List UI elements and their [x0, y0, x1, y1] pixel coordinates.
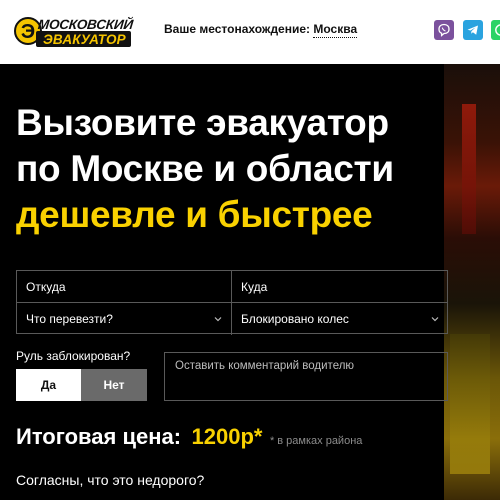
route-grid: Откуда Куда Что перевезти? Блокировано к… [16, 270, 448, 335]
logo[interactable]: Э МОСКОВСКИЙ ЭВАКУАТОР [14, 13, 134, 49]
steering-lock-toggle: Да Нет [16, 369, 147, 401]
viber-icon[interactable] [434, 20, 454, 40]
hero-title-line-1: Вызовите эвакуатор [16, 102, 389, 143]
agree-question: Согласны, что это недорого? [16, 472, 205, 488]
chevron-down-icon [431, 317, 439, 322]
logo-text-top: МОСКОВСКИЙ [37, 17, 134, 32]
hero-image [444, 64, 500, 500]
price-label: Итоговая цена: [16, 424, 182, 449]
hero-title: Вызовите эвакуатор по Москве и области д… [16, 100, 446, 238]
from-input[interactable]: Откуда [17, 271, 232, 303]
steering-lock-label: Руль заблокирован? [16, 349, 131, 363]
driver-comment-field[interactable]: Оставить комментарий водителю [164, 352, 448, 401]
telegram-icon[interactable] [463, 20, 483, 40]
logo-text-bottom: ЭВАКУАТОР [36, 31, 131, 47]
svg-text:Э: Э [21, 21, 35, 43]
site-header: Э МОСКОВСКИЙ ЭВАКУАТОР Ваше местонахожде… [0, 0, 500, 64]
whatsapp-glyph [495, 24, 500, 36]
cargo-select-value: Что перевезти? [26, 312, 113, 326]
price-note: * в рамках района [269, 435, 363, 447]
location-label: Ваше местонахождение: [164, 22, 311, 36]
from-placeholder: Откуда [26, 279, 66, 294]
to-input[interactable]: Куда [232, 271, 448, 303]
total-price: Итоговая цена: 1200р* * в рамках района [16, 424, 362, 450]
location-city-link[interactable]: Москва [313, 22, 358, 38]
comment-placeholder: Оставить комментарий водителю [175, 360, 355, 372]
hero-title-line-2: по Москве и области [16, 148, 394, 189]
to-placeholder: Куда [241, 279, 268, 294]
price-value: 1200р* [191, 424, 263, 449]
viber-glyph [438, 23, 450, 37]
no-button[interactable]: Нет [81, 369, 147, 401]
yes-button[interactable]: Да [16, 369, 81, 401]
telegram-glyph [467, 25, 478, 35]
problem-select[interactable]: Блокировано колес [232, 303, 448, 335]
cargo-select[interactable]: Что перевезти? [17, 303, 232, 335]
hero-title-accent: дешевле и быстрее [16, 194, 373, 235]
chevron-down-icon [214, 317, 222, 322]
location-info: Ваше местонахождение: Москва [164, 22, 358, 38]
problem-select-value: Блокировано колес [241, 312, 349, 326]
whatsapp-icon[interactable] [491, 20, 500, 40]
